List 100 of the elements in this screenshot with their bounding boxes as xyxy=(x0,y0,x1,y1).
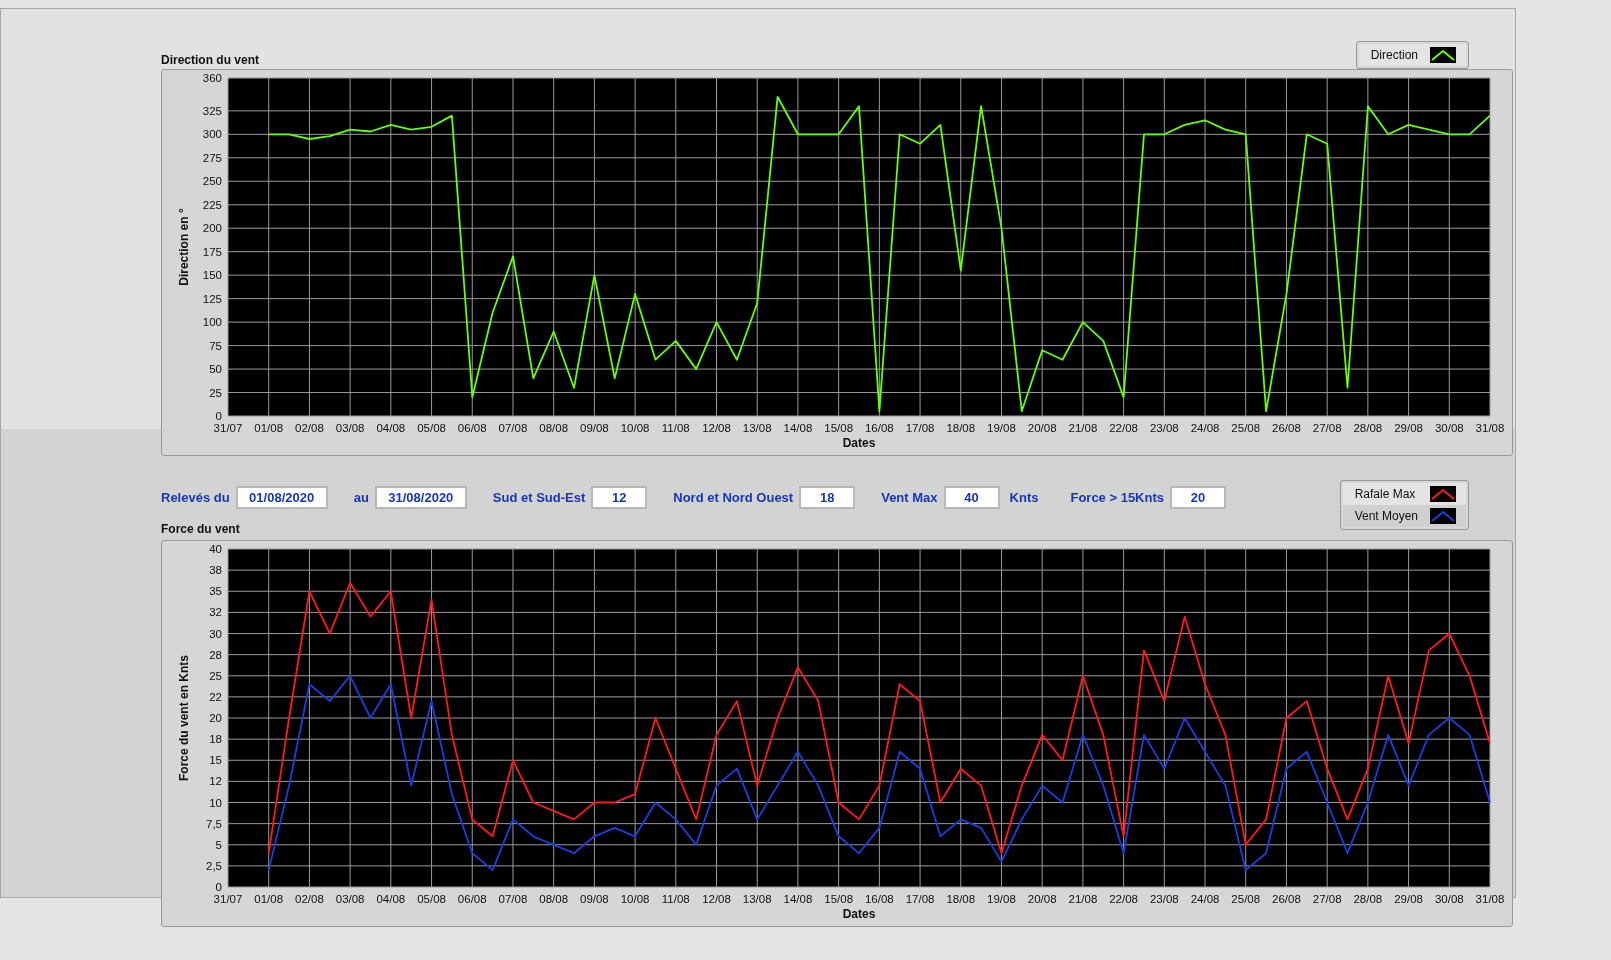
axis-tick-label: 20/08 xyxy=(1027,893,1057,905)
axis-tick-label: 25 xyxy=(209,669,222,682)
input-field[interactable]: 12 xyxy=(591,486,648,509)
axis-tick-label: 05/08 xyxy=(417,422,446,434)
legend-label: Vent Moyen xyxy=(1354,509,1418,523)
axis-tick-label: 01/08 xyxy=(254,893,284,905)
axis-tick-label: 12/08 xyxy=(702,893,731,905)
axis-tick-label: 28/08 xyxy=(1353,422,1383,434)
axis-tick-label: 16/08 xyxy=(864,893,894,905)
axis-tick-label: 06/08 xyxy=(457,893,487,905)
axis-tick-label: 07/08 xyxy=(498,893,528,905)
unit-label: Knts xyxy=(1009,490,1039,505)
axis-tick-label: 14/08 xyxy=(783,422,813,434)
axis-tick-label: 31/07 xyxy=(213,893,243,905)
axis-tick-label: 06/08 xyxy=(457,422,487,434)
axis-tick-label: 125 xyxy=(202,292,222,305)
axis-tick-label: 10/08 xyxy=(620,422,650,434)
axis-tick-label: 23/08 xyxy=(1149,422,1179,434)
axis-tick-label: 2,5 xyxy=(206,859,222,872)
axis-tick-label: 200 xyxy=(202,222,222,235)
axis-tick-label: 275 xyxy=(202,151,222,164)
axis-tick-label: 15 xyxy=(209,754,222,767)
axis-tick-label: 25 xyxy=(209,386,222,399)
axis-tick-label: 150 xyxy=(202,269,222,282)
axis-tick-label: 7,5 xyxy=(206,817,222,830)
input-field[interactable]: 18 xyxy=(799,486,856,509)
axis-tick-label: 24/08 xyxy=(1190,422,1220,434)
axis-tick-label: 300 xyxy=(202,128,222,141)
axis-tick-label: 03/08 xyxy=(335,422,365,434)
axis-tick-label: 30 xyxy=(209,627,222,640)
axis-tick-label: 100 xyxy=(202,316,222,329)
input-field[interactable]: 20 xyxy=(1170,486,1226,509)
axis-tick-label: 21/08 xyxy=(1068,893,1098,905)
axis-tick-label: 25/08 xyxy=(1231,422,1261,434)
input-field[interactable]: 31/08/2020 xyxy=(374,486,467,509)
axis-tick-label: 32 xyxy=(209,606,222,619)
axis-tick-label: 27/08 xyxy=(1312,422,1342,434)
axis-tick-label: 07/08 xyxy=(498,422,528,434)
axis-tick-label: 02/08 xyxy=(295,422,324,434)
axis-tick-label: 09/08 xyxy=(580,422,609,434)
field-label: Vent Max xyxy=(881,490,938,505)
axis-tick-label: 04/08 xyxy=(376,422,406,434)
axis-tick-label: 19/08 xyxy=(987,893,1016,905)
axis-tick-label: 10/08 xyxy=(620,893,650,905)
axis-tick-label: 38 xyxy=(209,564,222,577)
axis-tick-label: 01/08 xyxy=(254,422,284,434)
axis-tick-label: 31/08 xyxy=(1475,422,1505,434)
axis-tick-label: 17/08 xyxy=(905,893,935,905)
axis-tick-label: 175 xyxy=(202,245,222,258)
axis-tick-label: 02/08 xyxy=(295,893,324,905)
axis-tick-label: 08/08 xyxy=(539,422,569,434)
field-label: Relevés du xyxy=(161,490,230,505)
axis-tick-label: 14/08 xyxy=(783,893,813,905)
axis-tick-label: 31/07 xyxy=(213,422,243,434)
axis-tick-label: 18/08 xyxy=(946,422,976,434)
axis-tick-label: 5 xyxy=(215,838,222,851)
axis-tick-label: 30/08 xyxy=(1434,893,1464,905)
axis-tick-label: 29/08 xyxy=(1394,893,1423,905)
axis-tick-label: 11/08 xyxy=(661,422,690,434)
axis-title: Force du vent en Knts xyxy=(177,655,191,781)
axis-tick-label: 17/08 xyxy=(905,422,935,434)
axis-tick-label: 12 xyxy=(209,775,222,788)
axis-tick-label: 30/08 xyxy=(1434,422,1464,434)
legend-label: Rafale Max xyxy=(1354,487,1416,501)
axis-tick-label: 22/08 xyxy=(1109,893,1138,905)
axis-tick-label: 13/08 xyxy=(742,893,772,905)
axis-tick-label: 28 xyxy=(209,648,222,661)
axis-tick-label: 20 xyxy=(209,712,222,724)
axis-tick-label: 09/08 xyxy=(580,893,609,905)
axis-tick-label: 11/08 xyxy=(661,893,690,905)
axis-tick-label: 26/08 xyxy=(1272,422,1301,434)
axis-tick-label: 03/08 xyxy=(335,893,365,905)
chart-title: Direction du vent xyxy=(161,53,259,67)
axis-tick-label: 0 xyxy=(215,410,222,422)
axis-tick-label: 05/08 xyxy=(417,893,446,905)
axis-tick-label: 75 xyxy=(209,339,222,352)
axis-tick-label: 19/08 xyxy=(987,422,1016,434)
legend-label: Direction xyxy=(1370,48,1418,62)
axis-tick-label: 225 xyxy=(202,198,222,211)
field-label: au xyxy=(353,490,369,505)
axis-tick-label: 12/08 xyxy=(702,422,731,434)
axis-tick-label: 18 xyxy=(209,733,222,746)
input-field[interactable]: 40 xyxy=(943,486,1000,509)
input-field[interactable]: 01/08/2020 xyxy=(235,486,328,509)
axis-tick-label: 250 xyxy=(202,175,222,188)
field-label: Force > 15Knts xyxy=(1070,490,1164,505)
axis-tick-label: 360 xyxy=(202,72,222,84)
axis-tick-label: 20/08 xyxy=(1027,422,1057,434)
axis-tick-label: 28/08 xyxy=(1353,893,1383,905)
axis-tick-label: 50 xyxy=(209,363,222,376)
axis-tick-label: 325 xyxy=(202,104,222,117)
axis-tick-label: 22 xyxy=(209,690,222,703)
axis-tick-label: 31/08 xyxy=(1475,893,1505,905)
axis-tick-label: 10 xyxy=(209,796,222,809)
axis-title: Direction en ° xyxy=(177,208,191,286)
axis-tick-label: 15/08 xyxy=(824,422,854,434)
axis-tick-label: 15/08 xyxy=(824,893,854,905)
axis-tick-label: 08/08 xyxy=(539,893,569,905)
chart-title: Force du vent xyxy=(161,522,241,536)
axis-tick-label: 16/08 xyxy=(864,422,894,434)
